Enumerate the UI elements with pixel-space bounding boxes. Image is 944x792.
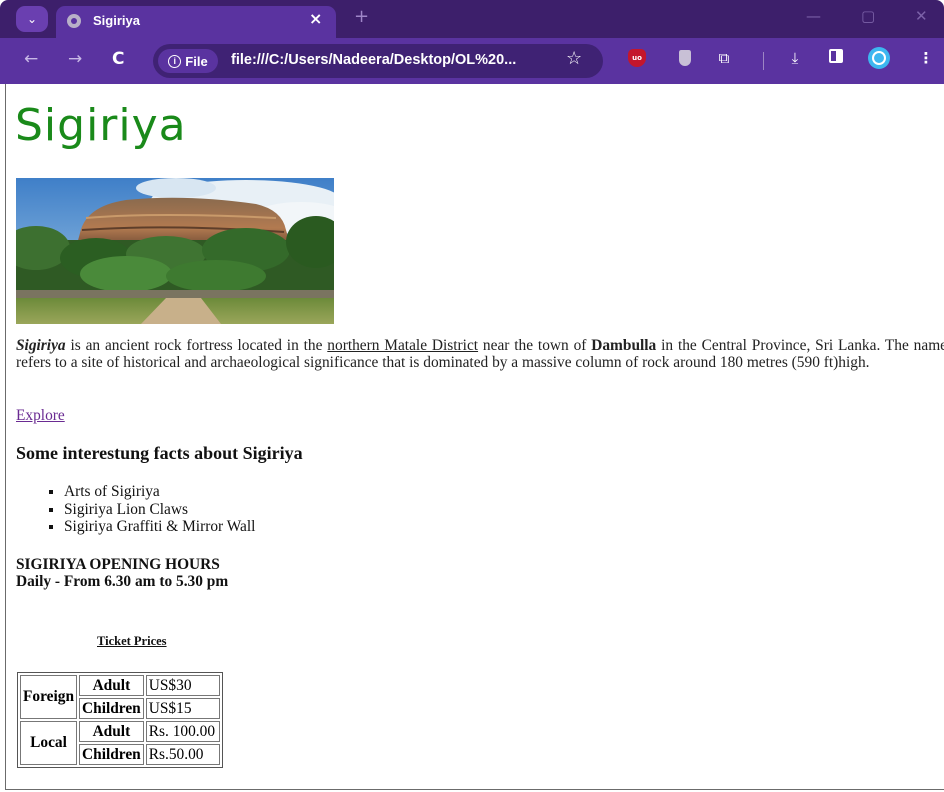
list-item: Sigiriya Graffiti & Mirror Wall xyxy=(64,518,255,536)
ticket-price-table: Foreign Adult US$30 Children US$15 Local… xyxy=(17,672,224,768)
table-row: Foreign Adult US$30 xyxy=(20,675,221,719)
toolbar-divider xyxy=(763,52,764,70)
back-arrow-icon[interactable]: ← xyxy=(24,49,38,69)
tab-title: Sigiriya xyxy=(93,13,140,28)
intro-text-2: near the town of xyxy=(478,337,592,354)
ticket-price: US$15 xyxy=(145,698,221,719)
shield-extension-icon[interactable] xyxy=(676,49,694,67)
intro-paragraph: Sigiriya is an ancient rock fortress loc… xyxy=(16,337,944,371)
extensions-puzzle-icon[interactable]: ⧉ xyxy=(715,49,733,67)
ticket-price: Rs. 100.00 xyxy=(145,721,221,742)
maximize-button[interactable]: ▢ xyxy=(861,7,875,25)
hours-detail: Daily - From 6.30 am to 5.30 pm xyxy=(16,573,229,590)
foreign-header: Foreign xyxy=(20,675,78,719)
new-tab-button[interactable]: + xyxy=(354,6,369,27)
ticket-type: Children xyxy=(79,698,144,719)
side-panel-icon[interactable] xyxy=(829,49,843,63)
kebab-menu-icon[interactable]: ⋮ xyxy=(917,49,935,67)
minimize-button[interactable]: — xyxy=(806,7,821,25)
ublock-extension-icon[interactable]: uo xyxy=(628,49,646,67)
page-viewport: Sigiriya Sigiriya is an ancient rock for… xyxy=(5,84,944,790)
site-info-button[interactable]: i File xyxy=(158,49,218,73)
forward-arrow-icon[interactable]: → xyxy=(68,49,82,69)
ticket-price: US$30 xyxy=(145,675,221,696)
ticket-table-caption: Ticket Prices xyxy=(97,634,167,648)
tab-search-button[interactable]: ⌄ xyxy=(16,6,48,32)
reload-icon[interactable]: C xyxy=(112,49,124,69)
explore-link[interactable]: Explore xyxy=(16,407,65,425)
hours-title: SIGIRIYA OPENING HOURS xyxy=(16,556,220,573)
sigiriya-photo xyxy=(16,178,334,324)
window-close-button[interactable]: ✕ xyxy=(915,7,928,25)
table-row: Local Adult Rs. 100.00 xyxy=(20,721,221,765)
profile-avatar-icon[interactable] xyxy=(868,47,890,69)
download-icon[interactable]: ⤓ xyxy=(786,49,804,67)
ticket-type: Adult xyxy=(79,675,144,696)
intro-text-1: is an ancient rock fortress located in t… xyxy=(65,337,328,354)
url-text[interactable]: file:///C:/Users/Nadeera/Desktop/OL%20..… xyxy=(231,52,516,68)
ticket-type: Children xyxy=(79,744,144,765)
page-title: Sigiriya xyxy=(15,100,187,151)
facts-heading: Some interestung facts about Sigiriya xyxy=(16,443,303,463)
opening-hours: SIGIRIYA OPENING HOURS Daily - From 6.30… xyxy=(16,556,228,590)
list-item: Sigiriya Lion Claws xyxy=(64,501,255,519)
ticket-type: Adult xyxy=(79,721,144,742)
intro-site-name: Sigiriya xyxy=(16,337,66,354)
ticket-price: Rs.50.00 xyxy=(145,744,221,765)
intro-town: Dambulla xyxy=(591,337,657,354)
tab-strip: ⌄ Sigiriya × + — ▢ ✕ xyxy=(0,0,944,38)
site-chip-label: File xyxy=(185,53,208,69)
chevron-down-icon: ⌄ xyxy=(26,12,38,26)
facts-list: Arts of Sigiriya Sigiriya Lion Claws Sig… xyxy=(16,483,255,536)
close-icon[interactable]: × xyxy=(309,9,322,28)
address-bar[interactable]: i File file:///C:/Users/Nadeera/Desktop/… xyxy=(153,44,603,78)
globe-icon xyxy=(67,14,81,28)
matale-district-link[interactable]: northern Matale District xyxy=(327,337,478,354)
info-icon: i xyxy=(168,54,182,68)
local-header: Local xyxy=(20,721,78,765)
list-item: Arts of Sigiriya xyxy=(64,483,255,501)
bookmark-star-icon[interactable]: ☆ xyxy=(566,48,582,69)
browser-toolbar: ← → C i File file:///C:/Users/Nadeera/De… xyxy=(0,38,944,84)
active-tab[interactable]: Sigiriya × xyxy=(56,6,336,38)
